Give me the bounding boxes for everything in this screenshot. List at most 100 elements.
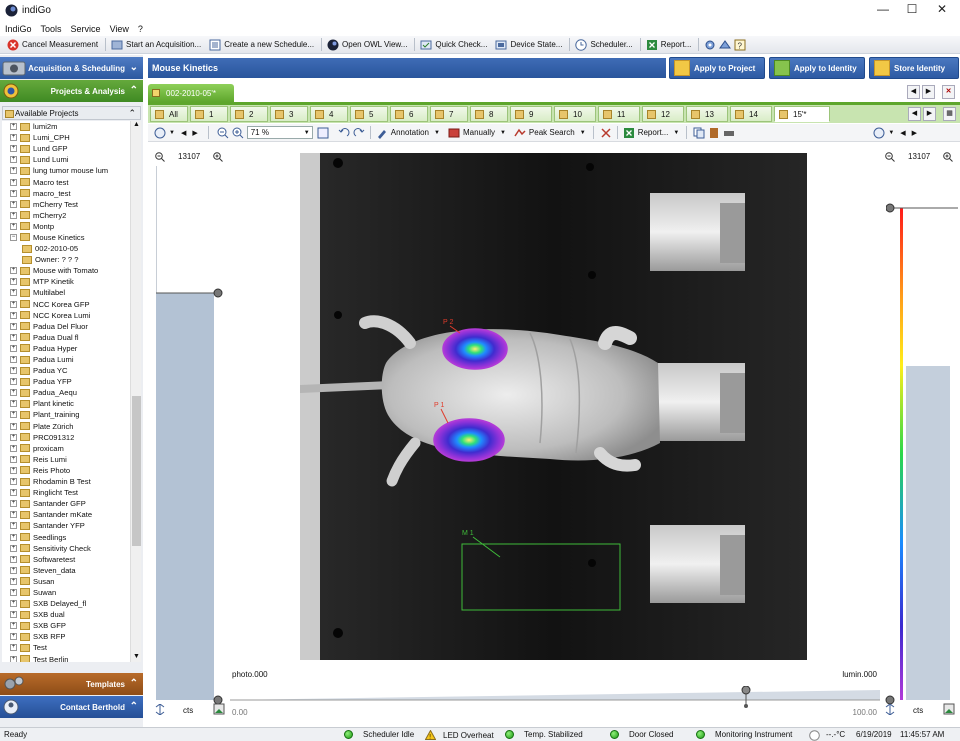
lumin-zoom-out-icon[interactable] [885, 152, 895, 162]
peak-search-dropdown[interactable]: Peak Search ▼ [511, 125, 589, 141]
expand-icon[interactable]: + [10, 555, 17, 563]
maximize-button[interactable]: ☐ [897, 2, 927, 20]
lumin-settings-icon[interactable] [943, 703, 955, 715]
tree-item[interactable]: + Ringlicht Test [2, 487, 130, 498]
scroll-thumb[interactable] [132, 396, 141, 546]
mouse-luminescence-image[interactable]: P 2 P 1 M 1 [300, 153, 807, 660]
tree-item[interactable]: + Padua Lumi [2, 354, 130, 365]
image-tab-3[interactable]: 3 [270, 106, 308, 122]
lumin-zoom-in-icon[interactable] [943, 152, 953, 162]
tree-item[interactable]: + macro_test [2, 188, 130, 199]
tree-item[interactable]: + mCherry2 [2, 210, 130, 221]
tab-prev-arrow[interactable]: ◀ [907, 85, 920, 99]
close-file-tab-icon[interactable]: ✕ [942, 85, 955, 99]
tools-icon[interactable] [719, 39, 732, 51]
tree-item[interactable]: + Susan [2, 576, 130, 587]
tree-item[interactable]: + proxicam [2, 443, 130, 454]
menu-tools[interactable]: Tools [41, 24, 62, 34]
expand-icon[interactable]: + [10, 433, 17, 441]
expand-icon[interactable]: + [10, 367, 17, 375]
scale-zoom-out-icon[interactable] [155, 152, 165, 162]
expand-icon[interactable]: + [10, 389, 17, 397]
expand-icon[interactable]: + [10, 167, 17, 175]
expand-icon[interactable]: + [10, 123, 17, 131]
expand-icon[interactable]: + [10, 588, 17, 596]
tree-item[interactable]: + Suwan [2, 587, 130, 598]
right-prev-arrow[interactable]: ◀ [900, 129, 905, 137]
menu-indigo[interactable]: IndiGo [5, 24, 32, 34]
annotation-dropdown[interactable]: Annotation ▼ [373, 125, 443, 141]
tree-item[interactable]: + Padua YFP [2, 376, 130, 387]
acquisition-scheduling-header[interactable]: Acquisition & Scheduling ⌄ [0, 57, 143, 79]
expand-icon[interactable]: + [10, 145, 17, 153]
tree-item[interactable]: + Santander GFP [2, 498, 130, 509]
scheduler-button[interactable]: Scheduler... [572, 37, 635, 53]
tree-item[interactable]: Owner: ? ? ? [2, 254, 130, 265]
image-tab-15[interactable]: 15'* [774, 106, 830, 122]
tree-item[interactable]: + Padua_Aequ [2, 387, 130, 398]
tree-item[interactable]: + Padua Hyper [2, 343, 130, 354]
expand-icon[interactable]: + [10, 611, 17, 619]
expand-icon[interactable]: + [10, 577, 17, 585]
collapse-icon[interactable]: − [10, 233, 17, 241]
film-icon[interactable] [708, 127, 720, 139]
image-tab-10[interactable]: 10 [554, 106, 596, 122]
redo-icon[interactable] [353, 127, 365, 139]
tree-item[interactable]: + Santander mKate [2, 509, 130, 520]
expand-icon[interactable]: + [10, 566, 17, 574]
tree-item[interactable]: + Steven_data [2, 565, 130, 576]
expand-icon[interactable]: + [10, 178, 17, 186]
tree-item[interactable]: + SXB RFP [2, 631, 130, 642]
grid-view-icon[interactable]: ▦ [943, 107, 956, 121]
tabs-next-arrow[interactable]: ▶ [923, 107, 936, 121]
tree-item[interactable]: + Rhodamin B Test [2, 476, 130, 487]
tree-item[interactable]: 002-2010-05 [2, 243, 130, 254]
right-next-arrow[interactable]: ▶ [912, 129, 917, 137]
tree-item[interactable]: + Reis Photo [2, 465, 130, 476]
tree-item[interactable]: + Lund Lumi [2, 154, 130, 165]
tree-item[interactable]: + SXB GFP [2, 620, 130, 631]
expand-icon[interactable]: + [10, 500, 17, 508]
tree-item[interactable]: + mCherry Test [2, 199, 130, 210]
image-tab-2[interactable]: 2 [230, 106, 268, 122]
tree-item[interactable]: + lumi2m [2, 121, 130, 132]
create-schedule-button[interactable]: Create a new Schedule... [206, 37, 317, 53]
image-tab-1[interactable]: 1 [190, 106, 228, 122]
zoom-in-icon[interactable] [232, 127, 244, 139]
expand-icon[interactable]: + [10, 444, 17, 452]
tree-item[interactable]: + Plate Zürich [2, 421, 130, 432]
expand-icon[interactable]: + [10, 489, 17, 497]
image-tab-5[interactable]: 5 [350, 106, 388, 122]
scroll-down-icon[interactable]: ▼ [132, 653, 141, 662]
image-tab-13[interactable]: 13 [686, 106, 728, 122]
tree-item[interactable]: + SXB Delayed_fl [2, 598, 130, 609]
expand-icon[interactable]: + [10, 356, 17, 364]
report-button[interactable]: Report... [643, 37, 695, 53]
tree-item[interactable]: + Montp [2, 221, 130, 232]
image-tab-8[interactable]: 8 [470, 106, 508, 122]
expand-icon[interactable]: + [10, 344, 17, 352]
tree-item[interactable]: + Mouse with Tomato [2, 265, 130, 276]
tree-item[interactable]: + NCC Korea Lumi [2, 310, 130, 321]
tab-next-arrow[interactable]: ▶ [922, 85, 935, 99]
expand-icon[interactable]: + [10, 200, 17, 208]
image-settings-icon[interactable] [213, 703, 225, 715]
zoom-out-icon[interactable] [217, 127, 229, 139]
view-mode-icon[interactable] [154, 127, 166, 139]
tree-item[interactable]: + Test Berlin [2, 654, 130, 662]
quick-check-button[interactable]: Quick Check... [417, 37, 490, 53]
expand-icon[interactable]: + [10, 600, 17, 608]
tree-item[interactable]: + Multilabel [2, 287, 130, 298]
help-icon[interactable]: ? [734, 39, 746, 51]
overlay-slider[interactable] [230, 686, 880, 716]
tree-item[interactable]: + Padua Del Fluor [2, 321, 130, 332]
expand-icon[interactable]: + [10, 333, 17, 341]
expand-icon[interactable]: + [10, 311, 17, 319]
next-image-arrow[interactable]: ▶ [192, 129, 197, 137]
fit-scale-icon[interactable] [155, 704, 165, 715]
tree-item[interactable]: + MTP Kinetik [2, 276, 130, 287]
tree-item[interactable]: + Lumi_CPH [2, 132, 130, 143]
expand-icon[interactable]: + [10, 522, 17, 530]
expand-icon[interactable]: + [10, 322, 17, 330]
close-button[interactable]: ✕ [927, 2, 957, 20]
